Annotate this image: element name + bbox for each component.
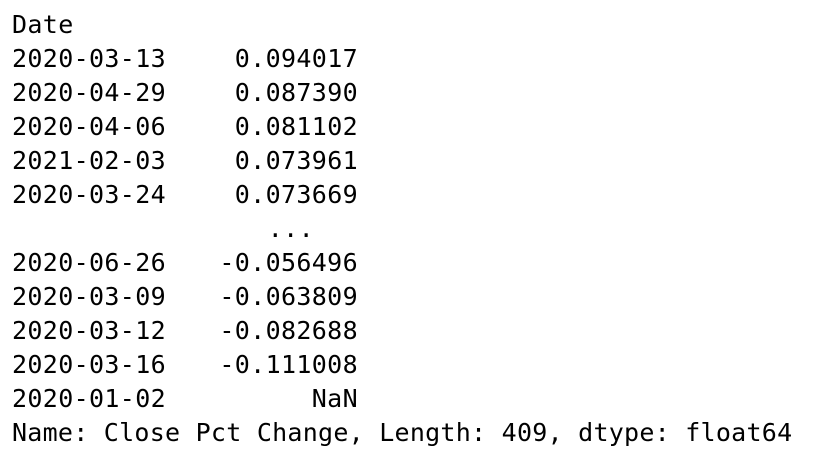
row-value: -0.063809 [219, 282, 358, 311]
series-output: Date 2020-03-13 0.094017 2020-04-29 0.08… [12, 8, 817, 450]
series-row: 2020-03-16 -0.111008 [12, 348, 817, 382]
series-row: 2020-01-02 NaN [12, 382, 817, 416]
row-date: 2020-03-12 [12, 316, 167, 345]
series-row: 2020-04-06 0.081102 [12, 110, 817, 144]
series-row: 2020-03-13 0.094017 [12, 42, 817, 76]
series-row: 2020-03-09 -0.063809 [12, 280, 817, 314]
series-row: 2020-03-12 -0.082688 [12, 314, 817, 348]
row-value: 0.073669 [234, 180, 358, 209]
series-row: 2020-06-26 -0.056496 [12, 246, 817, 280]
row-date: 2020-01-02 [12, 384, 167, 413]
truncation-row: ... [12, 212, 817, 246]
series-row: 2020-03-24 0.073669 [12, 178, 817, 212]
truncation-ellipsis: ... [267, 214, 314, 243]
row-date: 2020-04-29 [12, 78, 167, 107]
row-value: 0.094017 [234, 44, 358, 73]
row-date: 2020-04-06 [12, 112, 167, 141]
row-value: -0.111008 [219, 350, 358, 379]
series-row: 2020-04-29 0.087390 [12, 76, 817, 110]
row-date: 2021-02-03 [12, 146, 167, 175]
row-date: 2020-03-24 [12, 180, 167, 209]
row-value: -0.082688 [219, 316, 358, 345]
row-date: 2020-03-13 [12, 44, 167, 73]
row-value: 0.073961 [234, 146, 358, 175]
row-date: 2020-03-16 [12, 350, 167, 379]
row-value: -0.056496 [219, 248, 358, 277]
series-footer: Name: Close Pct Change, Length: 409, dty… [12, 418, 793, 447]
row-date: 2020-06-26 [12, 248, 167, 277]
row-value: 0.081102 [234, 112, 358, 141]
row-value: NaN [311, 384, 358, 413]
index-header: Date [12, 10, 74, 39]
row-value: 0.087390 [234, 78, 358, 107]
series-row: 2021-02-03 0.073961 [12, 144, 817, 178]
row-date: 2020-03-09 [12, 282, 167, 311]
